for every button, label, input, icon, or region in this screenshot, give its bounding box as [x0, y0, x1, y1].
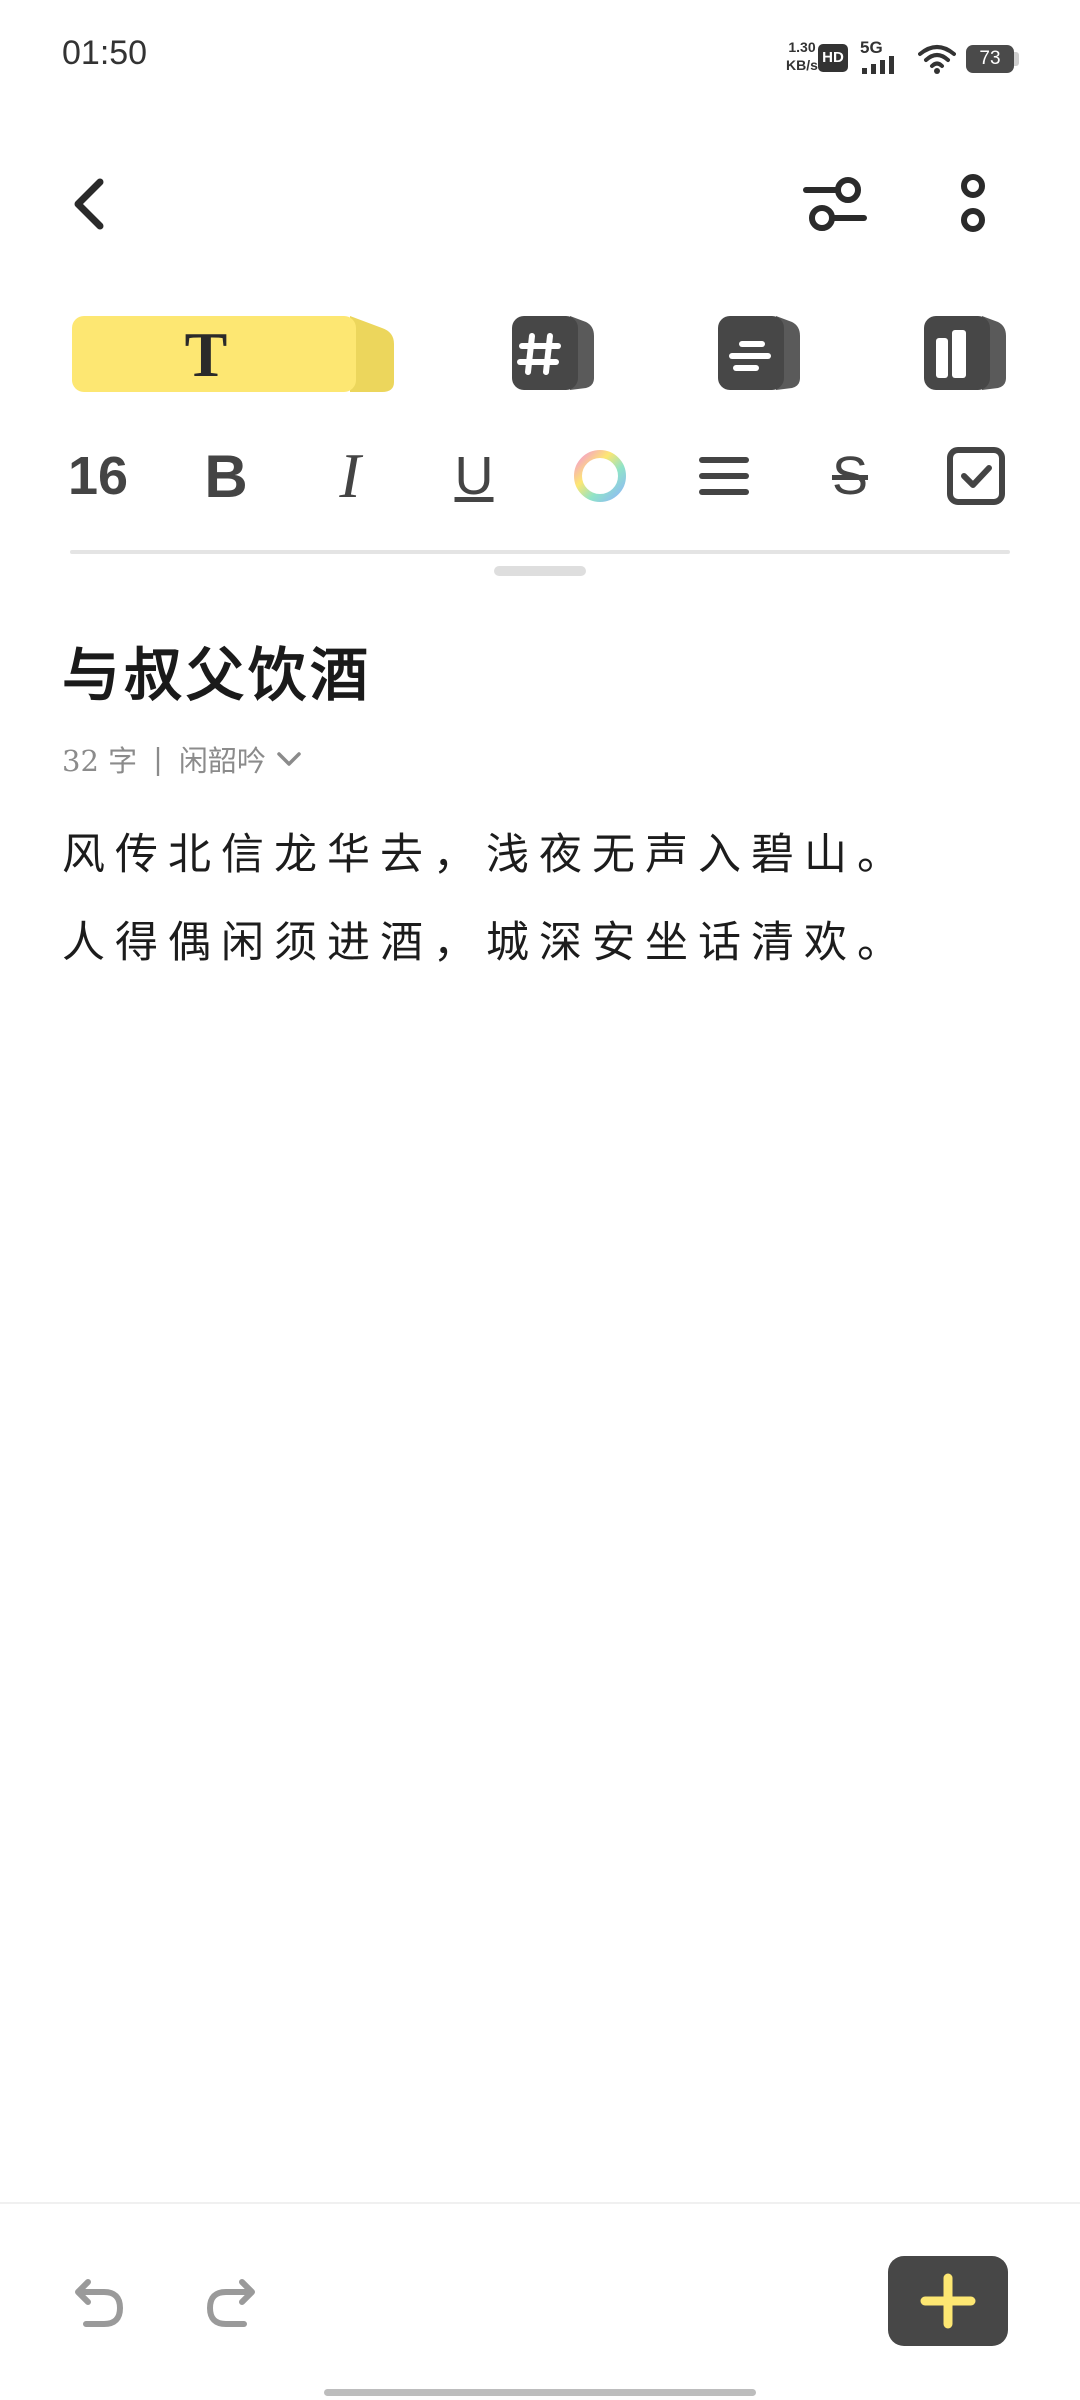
italic-icon: I	[339, 440, 361, 511]
undo-button[interactable]	[64, 2270, 128, 2334]
tab-text-style[interactable]: T	[70, 312, 396, 396]
notebook-name: 闲韶吟	[178, 744, 266, 778]
checkbox-button[interactable]	[944, 444, 1008, 508]
hd-icon: HD	[818, 44, 848, 72]
drag-handle[interactable]	[494, 566, 586, 576]
word-count: 32 字	[62, 744, 138, 778]
note-meta: 32 字 | 闲韶吟	[62, 738, 304, 780]
text-style-icon: T	[185, 319, 228, 390]
color-wheel-icon	[574, 450, 626, 502]
italic-button[interactable]: I	[310, 440, 390, 512]
font-size-value: 16	[67, 446, 129, 506]
battery-tip	[1014, 52, 1019, 66]
note-body-line[interactable]: 人得偶闲须进酒，城深安坐话清欢。	[62, 908, 910, 970]
checkbox-icon	[947, 447, 1005, 505]
align-icon	[699, 457, 749, 495]
wifi-icon	[918, 45, 956, 74]
note-title[interactable]: 与叔父饮酒	[62, 628, 372, 712]
tab-list[interactable]	[716, 312, 802, 392]
plus-icon	[920, 2273, 976, 2329]
undo-icon	[75, 2279, 123, 2327]
battery-icon: 73	[966, 45, 1014, 73]
chevron-down-icon	[277, 752, 301, 766]
bold-icon: B	[204, 442, 248, 510]
tab-tag[interactable]	[510, 312, 596, 392]
toolbar-divider	[70, 550, 1010, 554]
status-time: 01:50	[62, 34, 148, 72]
network-type-label: 5G	[860, 38, 883, 57]
notebook-selector[interactable]: 闲韶吟	[179, 738, 304, 780]
redo-button[interactable]	[202, 2270, 266, 2334]
add-button[interactable]	[888, 2256, 1008, 2346]
back-button[interactable]	[66, 176, 114, 232]
signal-bars-icon	[862, 56, 894, 74]
strikethrough-button[interactable]: S	[810, 440, 890, 512]
more-options-button[interactable]	[956, 172, 990, 236]
underline-icon: U	[454, 446, 494, 506]
underline-button[interactable]: U	[434, 440, 514, 512]
align-button[interactable]	[694, 446, 754, 506]
note-body-line[interactable]: 风传北信龙华去，浅夜无声入碧山。	[62, 820, 910, 882]
text-color-button[interactable]	[570, 446, 630, 506]
bold-button[interactable]: B	[186, 440, 266, 512]
strikethrough-icon: S	[831, 446, 869, 506]
home-indicator[interactable]	[324, 2389, 756, 2396]
tab-layout[interactable]	[922, 312, 1008, 392]
filter-settings-button[interactable]	[800, 172, 870, 236]
redo-icon	[207, 2279, 255, 2327]
bottom-divider	[0, 2202, 1080, 2204]
font-size-button[interactable]: 16	[58, 440, 138, 512]
meta-separator: |	[153, 742, 163, 776]
